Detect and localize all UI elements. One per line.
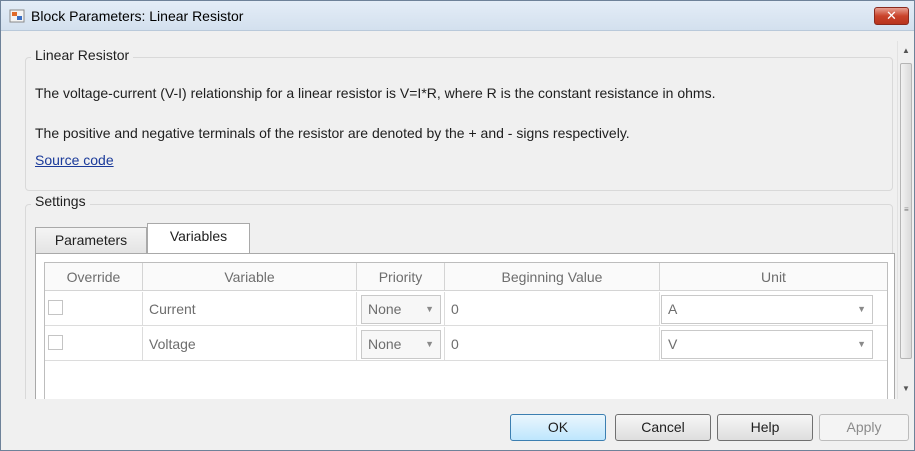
variable-cell: Voltage <box>143 327 357 361</box>
ok-button-label: OK <box>547 419 569 435</box>
chevron-down-icon: ▼ <box>857 304 866 314</box>
window-title: Block Parameters: Linear Resistor <box>31 8 244 24</box>
column-header-variable: Variable <box>143 263 357 291</box>
unit-dropdown[interactable]: A ▼ <box>661 295 873 324</box>
beginning-value: 0 <box>451 301 459 317</box>
override-checkbox[interactable] <box>48 335 63 350</box>
help-button[interactable]: Help <box>717 414 813 441</box>
column-header-unit: Unit <box>660 263 887 291</box>
grip-icon: ≡ <box>904 205 909 214</box>
table-row: Current None ▼ 0 A ▼ <box>45 292 887 326</box>
priority-cell: None ▼ <box>357 292 445 326</box>
unit-cell: A ▼ <box>660 292 887 326</box>
description-line-2: The positive and negative terminals of t… <box>35 125 630 141</box>
beginning-value-cell[interactable]: 0 <box>445 292 660 326</box>
close-button[interactable]: ✕ <box>874 7 909 25</box>
unit-dropdown[interactable]: V ▼ <box>661 330 873 359</box>
tab-variables-label: Variables <box>169 228 228 244</box>
simulink-block-icon <box>9 9 25 23</box>
priority-dropdown[interactable]: None ▼ <box>361 330 441 359</box>
priority-cell: None ▼ <box>357 327 445 361</box>
priority-value: None <box>368 336 402 352</box>
unit-cell: V ▼ <box>660 327 887 361</box>
chevron-down-icon: ▼ <box>857 339 866 349</box>
column-header-priority: Priority <box>357 263 445 291</box>
column-header-beginning-value: Beginning Value <box>445 263 660 291</box>
scroll-down-arrow-icon[interactable]: ▼ <box>898 381 914 397</box>
scroll-up-arrow-icon[interactable]: ▲ <box>898 43 914 59</box>
column-header-override: Override <box>45 263 143 291</box>
description-line-1: The voltage-current (V-I) relationship f… <box>35 85 716 101</box>
tab-variables[interactable]: Variables <box>147 223 250 253</box>
chevron-down-icon: ▼ <box>425 339 434 349</box>
cancel-button[interactable]: Cancel <box>615 414 711 441</box>
settings-group-title: Settings <box>31 193 90 209</box>
variables-table: Override Variable Priority Beginning Val… <box>44 262 888 399</box>
description-group-title: Linear Resistor <box>31 47 134 63</box>
source-code-link[interactable]: Source code <box>35 152 114 168</box>
priority-dropdown[interactable]: None ▼ <box>361 295 441 324</box>
override-cell <box>45 292 143 326</box>
description-group <box>25 57 893 191</box>
help-button-label: Help <box>750 419 780 435</box>
cancel-button-label: Cancel <box>641 419 685 435</box>
override-cell <box>45 327 143 361</box>
tab-parameters-label: Parameters <box>54 232 128 248</box>
title-bar[interactable]: Block Parameters: Linear Resistor ✕ <box>1 1 914 31</box>
apply-button[interactable]: Apply <box>819 414 909 441</box>
beginning-value-cell[interactable]: 0 <box>445 327 660 361</box>
override-checkbox[interactable] <box>48 300 63 315</box>
scrollbar-thumb[interactable]: ≡ <box>900 63 912 359</box>
table-row: Voltage None ▼ 0 V ▼ <box>45 327 887 361</box>
unit-value: A <box>668 301 678 317</box>
beginning-value: 0 <box>451 336 459 352</box>
tab-parameters[interactable]: Parameters <box>35 227 147 254</box>
block-parameters-dialog: Block Parameters: Linear Resistor ✕ Line… <box>0 0 915 451</box>
chevron-down-icon: ▼ <box>425 304 434 314</box>
priority-value: None <box>368 301 402 317</box>
variable-cell: Current <box>143 292 357 326</box>
ok-button[interactable]: OK <box>510 414 606 441</box>
close-icon: ✕ <box>886 8 897 23</box>
unit-value: V <box>668 336 678 352</box>
apply-button-label: Apply <box>846 419 882 435</box>
dialog-content: Linear Resistor The voltage-current (V-I… <box>7 41 897 399</box>
vertical-scrollbar[interactable]: ▲ ≡ ▼ <box>897 41 914 399</box>
variables-panel: Override Variable Priority Beginning Val… <box>35 253 895 399</box>
